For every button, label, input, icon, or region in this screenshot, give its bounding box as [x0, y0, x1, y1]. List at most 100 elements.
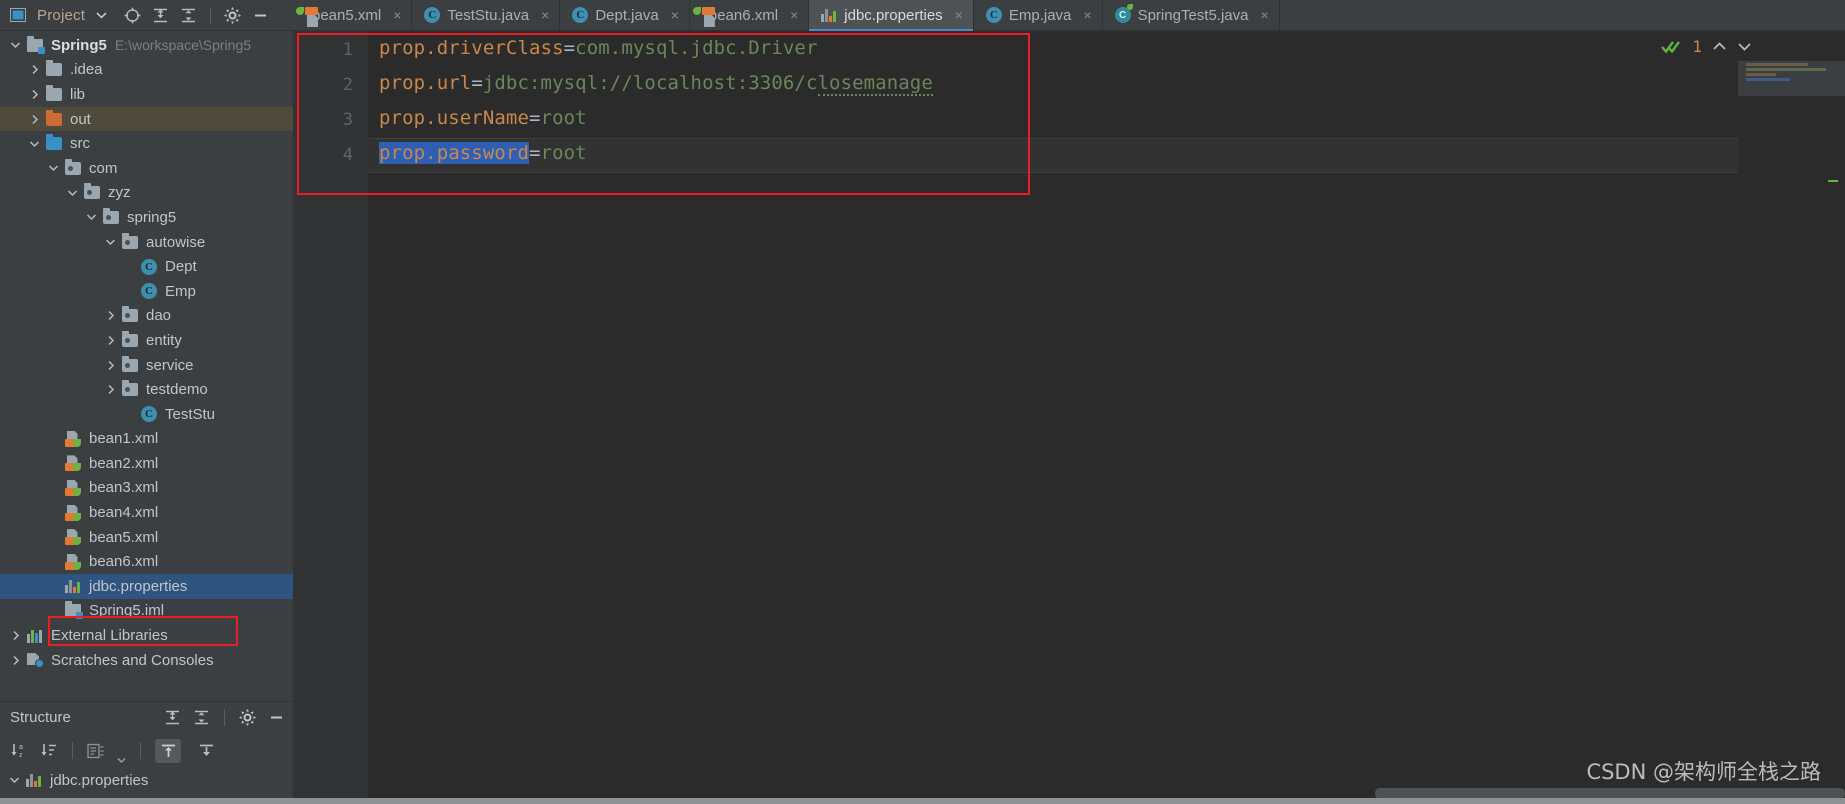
- chevron-down-icon[interactable]: [9, 39, 22, 52]
- show-properties-icon[interactable]: [87, 743, 105, 759]
- expand-all-icon[interactable]: [152, 7, 169, 24]
- project-window-icon[interactable]: [10, 8, 26, 22]
- gear-icon[interactable]: [239, 709, 256, 726]
- chevron-down-icon[interactable]: [8, 774, 21, 787]
- tree-item-testdemo[interactable]: testdemo: [0, 377, 293, 402]
- editor-tab-dept-java[interactable]: C Dept.java ×: [560, 0, 690, 30]
- tree-item-out[interactable]: out: [0, 106, 293, 132]
- chevron-right-icon[interactable]: [104, 334, 117, 347]
- tree-item-emp[interactable]: C Emp: [0, 279, 293, 304]
- locate-icon[interactable]: [124, 7, 141, 24]
- chevron-right-icon[interactable]: [28, 88, 41, 101]
- minimap-line: [1746, 73, 1776, 76]
- java-class-icon: C: [985, 7, 1002, 23]
- chevron-right-icon[interactable]: [104, 383, 117, 396]
- chevron-right-icon[interactable]: [104, 309, 117, 322]
- tree-item-bean3-xml[interactable]: bean3.xml: [0, 476, 293, 501]
- minimize-icon[interactable]: [252, 7, 269, 24]
- scratches-icon: [26, 652, 44, 669]
- chevron-down-icon[interactable]: [1737, 41, 1752, 52]
- editor-tab-bean5-xml[interactable]: bean5.xml ×: [293, 0, 413, 30]
- code-line[interactable]: prop.url=jdbc:mysql://localhost:3306/clo…: [379, 72, 933, 96]
- inspections-ok-icon[interactable]: [1661, 38, 1682, 55]
- structure-root-item[interactable]: jdbc.properties: [0, 768, 293, 793]
- tree-item-teststu[interactable]: C TestStu: [0, 402, 293, 427]
- chevron-up-icon[interactable]: [1712, 41, 1727, 52]
- editor-tab-emp-java[interactable]: C Emp.java ×: [973, 0, 1103, 30]
- chevron-down-icon[interactable]: [104, 236, 117, 249]
- chevron-down-icon[interactable]: [66, 186, 79, 199]
- chevron-right-icon[interactable]: [28, 113, 41, 126]
- editor-gutter[interactable]: 1 2 3 4: [293, 31, 368, 804]
- tree-item-service[interactable]: service: [0, 353, 293, 378]
- code-line[interactable]: prop.driverClass=com.mysql.jdbc.Driver: [379, 37, 818, 59]
- sort-alphabetically-icon[interactable]: az: [10, 742, 28, 759]
- editor-tab-jdbc-properties[interactable]: jdbc.properties ×: [809, 0, 974, 31]
- chevron-down-icon[interactable]: [117, 757, 126, 763]
- code-minimap[interactable]: [1738, 61, 1845, 96]
- editor-tab-springtest5-java[interactable]: C SpringTest5.java ×: [1102, 0, 1280, 30]
- tree-item-bean6-xml[interactable]: bean6.xml: [0, 549, 293, 574]
- tree-item-entity[interactable]: entity: [0, 328, 293, 353]
- close-icon[interactable]: ×: [790, 7, 798, 23]
- tree-item-bean5-xml[interactable]: bean5.xml: [0, 525, 293, 550]
- close-icon[interactable]: ×: [541, 7, 549, 23]
- tree-item-scratches-and-consoles[interactable]: Scratches and Consoles: [0, 648, 293, 673]
- chevron-right-icon[interactable]: [104, 359, 117, 372]
- minimap-line: [1746, 78, 1790, 81]
- editor-right-gutter[interactable]: [1738, 62, 1845, 804]
- close-icon[interactable]: ×: [1083, 7, 1091, 23]
- tree-item-bean2-xml[interactable]: bean2.xml: [0, 451, 293, 476]
- tree-item-bean1-xml[interactable]: bean1.xml: [0, 427, 293, 452]
- chevron-down-icon[interactable]: [96, 11, 107, 19]
- close-icon[interactable]: ×: [1260, 7, 1268, 23]
- gear-icon[interactable]: [224, 6, 242, 24]
- collapse-all-icon[interactable]: [180, 7, 197, 24]
- tree-item-lib[interactable]: lib: [0, 82, 293, 107]
- tree-item-zyz[interactable]: zyz: [0, 181, 293, 206]
- line-number: 3: [342, 110, 353, 130]
- editor-tab-teststu-java[interactable]: C TestStu.java ×: [412, 0, 561, 30]
- tree-item-idea[interactable]: .idea: [0, 58, 293, 83]
- project-panel-header: Project: [0, 0, 293, 31]
- chevron-right-icon[interactable]: [9, 629, 22, 642]
- sort-by-visibility-icon[interactable]: [40, 742, 58, 759]
- chevron-down-icon[interactable]: [85, 211, 98, 224]
- close-icon[interactable]: ×: [671, 7, 679, 23]
- tree-item-src[interactable]: src: [0, 131, 293, 156]
- tree-item-dao[interactable]: dao: [0, 304, 293, 329]
- close-icon[interactable]: ×: [393, 7, 401, 23]
- inspections-widget[interactable]: 1: [1661, 37, 1752, 56]
- code-line[interactable]: prop.password=root: [379, 142, 587, 164]
- chevron-down-icon[interactable]: [47, 162, 60, 175]
- tree-item-autowise[interactable]: autowise: [0, 230, 293, 255]
- tree-item-bean4-xml[interactable]: bean4.xml: [0, 500, 293, 525]
- spring-xml-icon: [64, 455, 82, 472]
- code-editor[interactable]: 1234 prop.driverClass=com.mysql.jdbc.Dri…: [293, 31, 1845, 804]
- chevron-right-icon[interactable]: [9, 654, 22, 667]
- expand-all-icon[interactable]: [164, 709, 181, 726]
- tree-item-spring5-iml[interactable]: Spring5.iml: [0, 599, 293, 624]
- project-tree[interactable]: Spring5 E:\workspace\Spring5 .idea lib out sr…: [0, 31, 293, 701]
- tree-item-dept[interactable]: C Dept: [0, 254, 293, 279]
- chevron-right-icon[interactable]: [28, 63, 41, 76]
- collapse-all-icon[interactable]: [193, 709, 210, 726]
- tree-item-com[interactable]: com: [0, 156, 293, 181]
- code-line[interactable]: prop.userName=root: [379, 107, 587, 129]
- close-icon[interactable]: ×: [955, 7, 963, 23]
- package-icon: [121, 232, 139, 250]
- minimize-icon[interactable]: [268, 709, 285, 726]
- scroll-to-source-icon[interactable]: [193, 739, 219, 763]
- scroll-from-source-icon[interactable]: [155, 738, 181, 763]
- editor-tabs[interactable]: bean5.xml × C TestStu.java × C Dept.java × bean6…: [293, 0, 1845, 31]
- project-panel-title: Project: [37, 6, 86, 24]
- tree-item-external-libraries[interactable]: External Libraries: [0, 623, 293, 648]
- tree-item-jdbc-properties[interactable]: jdbc.properties: [0, 574, 293, 599]
- tree-item-spring5[interactable]: Spring5 E:\workspace\Spring5: [0, 33, 293, 58]
- tree-item-spring5[interactable]: spring5: [0, 205, 293, 230]
- editor-tab-bean6-xml[interactable]: bean6.xml ×: [689, 0, 810, 30]
- chevron-down-icon[interactable]: [28, 137, 41, 150]
- editor-code-area[interactable]: prop.driverClass=com.mysql.jdbc.Driver pr…: [368, 31, 1845, 804]
